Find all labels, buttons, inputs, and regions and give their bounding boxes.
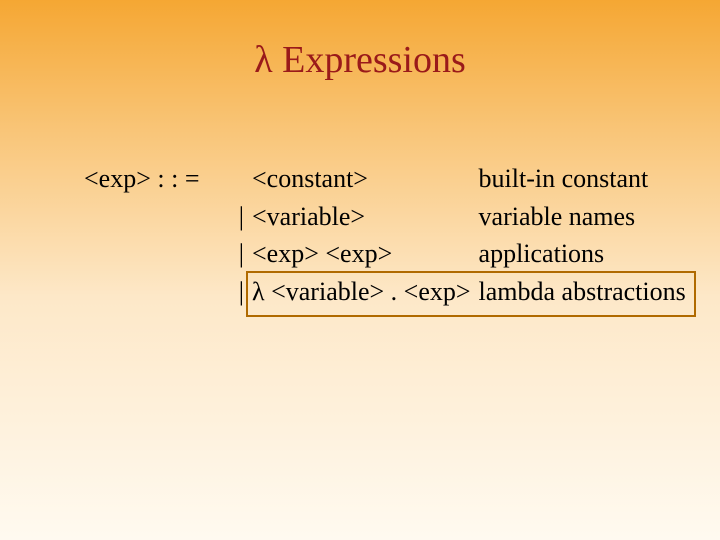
grammar-lhs: <exp>: [84, 164, 151, 193]
grammar-bar: |: [239, 202, 244, 231]
grammar-table: <exp> : : = <constant> built-in constant…: [80, 160, 690, 311]
grammar-row: | <variable> variable names: [80, 198, 690, 236]
grammar-operator: : : =: [157, 164, 199, 193]
grammar-description: built-in constant: [479, 164, 649, 193]
grammar-description: lambda abstractions: [479, 277, 686, 306]
grammar-row: <exp> : : = <constant> built-in constant: [80, 160, 690, 198]
grammar-production: <constant>: [252, 164, 368, 193]
grammar-bar: |: [239, 277, 244, 306]
grammar-production: λ <variable> . <exp>: [252, 273, 471, 311]
grammar-production: <exp> <exp>: [252, 239, 392, 268]
grammar-row-highlighted: | λ <variable> . <exp> lambda abstractio…: [80, 273, 690, 311]
grammar-bar: |: [239, 239, 244, 268]
grammar-block: <exp> : : = <constant> built-in constant…: [80, 160, 690, 311]
grammar-production: <variable>: [252, 202, 365, 231]
slide-title: λ Expressions: [0, 38, 720, 82]
grammar-description: applications: [479, 239, 605, 268]
grammar-row: | <exp> <exp> applications: [80, 235, 690, 273]
grammar-description: variable names: [479, 202, 636, 231]
